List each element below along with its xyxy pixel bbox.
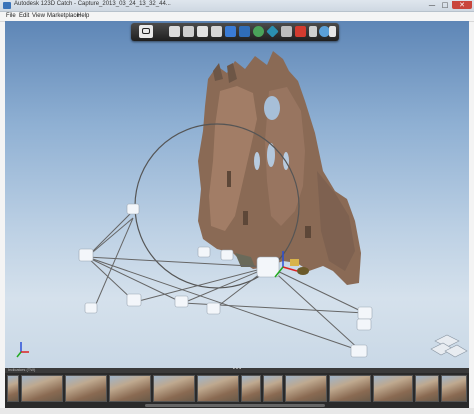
maximize-button[interactable]: □ [439, 1, 451, 9]
measure-icon[interactable] [309, 26, 317, 37]
scene-graphics [16, 51, 468, 358]
select-icon[interactable] [225, 26, 236, 37]
photo-thumbnail[interactable] [263, 375, 283, 402]
minimize-button[interactable]: — [426, 1, 438, 9]
filmstrip-scrollbar[interactable] [145, 404, 325, 407]
filmstrip-label: Indicators (TW) [8, 367, 36, 372]
main-toolbar [131, 23, 339, 41]
fit-icon[interactable] [211, 26, 222, 37]
photo-thumbnail[interactable] [241, 375, 261, 402]
menu-edit[interactable]: Edit [19, 13, 29, 19]
camera-view-icon[interactable] [239, 26, 250, 37]
photo-thumbnail[interactable] [329, 375, 371, 402]
photo-thumbnail[interactable] [441, 375, 467, 402]
zoom-icon[interactable] [197, 26, 208, 37]
export-icon[interactable] [329, 26, 336, 37]
photo-filmstrip: Indicators (TW) • • • [5, 366, 469, 408]
menu-marketplace[interactable]: Marketplace [47, 13, 80, 19]
menu-file[interactable]: File [6, 13, 16, 19]
3d-viewport[interactable] [5, 21, 469, 368]
filmstrip-grip[interactable]: • • • [233, 366, 241, 372]
orientation-triad [16, 342, 29, 358]
photo-thumbnail[interactable] [109, 375, 151, 402]
photo-stack-icon[interactable] [253, 26, 264, 37]
title-bar[interactable]: Autodesk 123D Catch - Capture_2013_03_24… [0, 0, 474, 12]
filmstrip-header: Indicators (TW) • • • [5, 366, 469, 373]
photo-thumbnail[interactable] [285, 375, 327, 402]
window-title: Autodesk 123D Catch - Capture_2013_03_24… [14, 1, 171, 7]
status-bar [0, 408, 474, 414]
photo-thumbnail[interactable] [415, 375, 439, 402]
arch-window-hole [264, 96, 280, 120]
youtube-icon[interactable] [295, 26, 306, 37]
photo-thumbnail[interactable] [373, 375, 413, 402]
photo-thumbnail[interactable] [7, 375, 19, 402]
camera-icon[interactable] [139, 25, 153, 38]
photo-thumbnail[interactable] [65, 375, 107, 402]
pan-icon[interactable] [183, 26, 194, 37]
app-window: Autodesk 123D Catch - Capture_2013_03_24… [0, 0, 474, 414]
menu-help[interactable]: Help [77, 13, 89, 19]
photo-thumbnail[interactable] [197, 375, 239, 402]
app-icon [3, 2, 11, 9]
photo-thumbnail[interactable] [21, 375, 63, 402]
photo-thumbnail[interactable] [153, 375, 195, 402]
render-icon[interactable] [266, 25, 279, 38]
orbit-icon[interactable] [169, 26, 180, 37]
menu-view[interactable]: View [32, 13, 45, 19]
close-button[interactable]: ✕ [452, 1, 472, 9]
mesh-icon[interactable] [281, 26, 292, 37]
view-cube[interactable] [430, 334, 468, 358]
